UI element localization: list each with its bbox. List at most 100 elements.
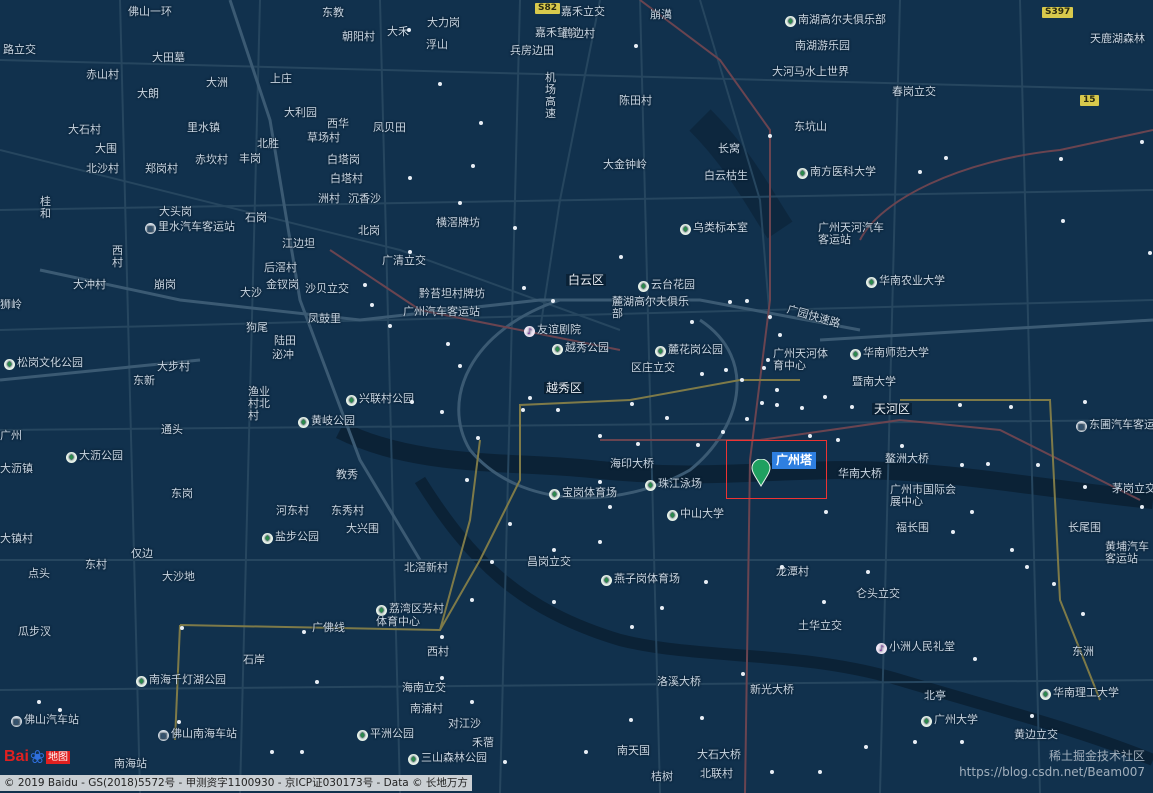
- metro-station-dot: [408, 176, 412, 180]
- map-label: 北沙村: [86, 162, 119, 175]
- metro-station-dot: [721, 430, 725, 434]
- map-label: 大沥镇: [0, 462, 33, 475]
- map-label: 北亭: [924, 689, 946, 702]
- map-label: ♦ 华南理工大学: [1040, 686, 1119, 700]
- map-label: 南天国: [617, 744, 650, 757]
- map-label: 东教: [322, 6, 344, 19]
- map-label: 草场村: [307, 131, 340, 144]
- map-label: 春岗立交: [892, 85, 936, 98]
- map-label: ♦ 云台花园: [638, 278, 695, 292]
- metro-station-dot: [822, 600, 826, 604]
- map-label: 大沙地: [162, 570, 195, 583]
- watermark-line: 稀土掘金技术社区: [1048, 749, 1145, 763]
- metro-station-dot: [836, 438, 840, 442]
- map-label: ♦ 乌类标本室: [680, 221, 748, 235]
- metro-station-dot: [370, 303, 374, 307]
- map-label: 石岸: [243, 653, 265, 666]
- map-label: 凤贝田: [373, 121, 406, 134]
- metro-station-dot: [775, 388, 779, 392]
- map-label: 广佛线: [312, 621, 345, 634]
- location-pin-icon[interactable]: [751, 459, 771, 487]
- map-label: 横滘牌坊: [436, 216, 480, 229]
- map-label: 机场高速: [545, 71, 556, 120]
- baidu-logo[interactable]: Bai ❀ 地图: [4, 744, 70, 770]
- map-label: 广州天河汽车客运站: [818, 221, 884, 246]
- map-label: 广清立交: [382, 254, 426, 267]
- map-label: 瓜步汊: [18, 625, 51, 638]
- map-label: 凤鼓里: [308, 312, 341, 325]
- map-label: 崩岗: [154, 278, 176, 291]
- metro-station-dot: [446, 342, 450, 346]
- metro-station-dot: [630, 625, 634, 629]
- map-label: 大步村: [157, 360, 190, 373]
- road-shield: S397: [1042, 7, 1074, 18]
- metro-station-dot: [608, 505, 612, 509]
- map-label: 丰岗: [239, 152, 261, 165]
- metro-station-dot: [584, 750, 588, 754]
- map-label: 通头: [161, 423, 183, 436]
- map-label: 东村: [85, 558, 107, 571]
- metro-station-dot: [1025, 565, 1029, 569]
- map-label: 朝阳村: [342, 30, 375, 43]
- metro-station-dot: [740, 378, 744, 382]
- map-label: 对江沙: [448, 717, 481, 730]
- metro-station-dot: [440, 410, 444, 414]
- map-label: 广州: [0, 429, 22, 442]
- map-label: 浮山: [426, 38, 448, 51]
- map-label: 南湖游乐园: [795, 39, 850, 52]
- map-label: 狗尾: [246, 321, 268, 334]
- metro-station-dot: [388, 324, 392, 328]
- map-label: ♦ 宝岗体育场: [549, 486, 617, 500]
- map-label: 黔苔坦村牌坊: [419, 287, 485, 300]
- metro-station-dot: [741, 672, 745, 676]
- map-label: ♦ 大沥公园: [66, 449, 123, 463]
- metro-station-dot: [958, 403, 962, 407]
- map-label: 大镇村: [0, 532, 33, 545]
- metro-station-dot: [503, 760, 507, 764]
- map-label: 上庄: [270, 72, 292, 85]
- metro-station-dot: [471, 164, 475, 168]
- paw-icon: ❀: [29, 746, 45, 768]
- metro-station-dot: [770, 770, 774, 774]
- metro-station-dot: [458, 201, 462, 205]
- map-label: 大田墓: [152, 51, 185, 64]
- map-label: 大围: [95, 142, 117, 155]
- metro-station-dot: [438, 82, 442, 86]
- metro-station-dot: [408, 250, 412, 254]
- metro-station-dot: [465, 478, 469, 482]
- metro-station-dot: [866, 570, 870, 574]
- map-label: ♦ 荔湾区芳村体育中心: [376, 602, 444, 628]
- map-label: 路立交: [3, 43, 36, 56]
- metro-station-dot: [598, 480, 602, 484]
- map-label: ▣ 佛山汽车站: [11, 713, 79, 727]
- metro-station-dot: [970, 510, 974, 514]
- metro-station-dot: [270, 750, 274, 754]
- map-label: 崩澫: [650, 8, 672, 21]
- metro-station-dot: [476, 436, 480, 440]
- map-label: 黄埔汽车客运站: [1105, 540, 1149, 565]
- map-label: ♦ 松岗文化公园: [4, 356, 83, 370]
- metro-station-dot: [1148, 251, 1152, 255]
- map-label: 大朗: [137, 87, 159, 100]
- map-label: 后滘村: [264, 261, 297, 274]
- metro-station-dot: [440, 676, 444, 680]
- metro-station-dot: [1030, 714, 1034, 718]
- metro-station-dot: [551, 299, 555, 303]
- map-label: 大河马水上世界: [772, 65, 849, 78]
- map-label: 新光大桥: [750, 683, 794, 696]
- map-label: 泌冲: [272, 348, 294, 361]
- metro-station-dot: [440, 635, 444, 639]
- metro-station-dot: [700, 372, 704, 376]
- map-label: 西华: [327, 117, 349, 130]
- map-label: 桂和: [40, 195, 51, 220]
- map-label: 点头: [28, 567, 50, 580]
- map-label: 大石大桥: [697, 748, 741, 761]
- marker-label[interactable]: 广州塔: [772, 452, 817, 469]
- map-label: ♦ 中山大学: [667, 507, 724, 521]
- selection-box: [726, 440, 827, 499]
- map-label: 白塔岗: [327, 153, 360, 166]
- map-label: 沉香沙: [348, 192, 381, 205]
- metro-station-dot: [704, 580, 708, 584]
- map-canvas[interactable]: 白云区 越秀区 天河区 S82 S397 15 佛山一环 东教 大禾 大力岗 嘉…: [0, 0, 1153, 793]
- map-label: 郑岗村: [145, 162, 178, 175]
